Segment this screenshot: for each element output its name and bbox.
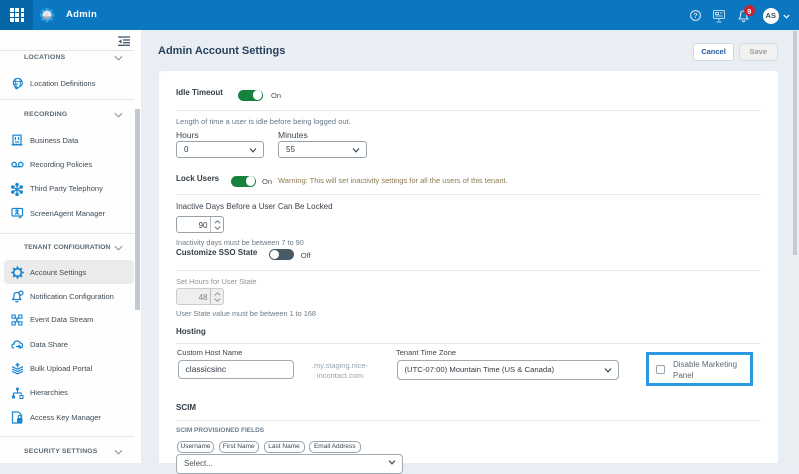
svg-text:?: ? xyxy=(693,13,697,20)
